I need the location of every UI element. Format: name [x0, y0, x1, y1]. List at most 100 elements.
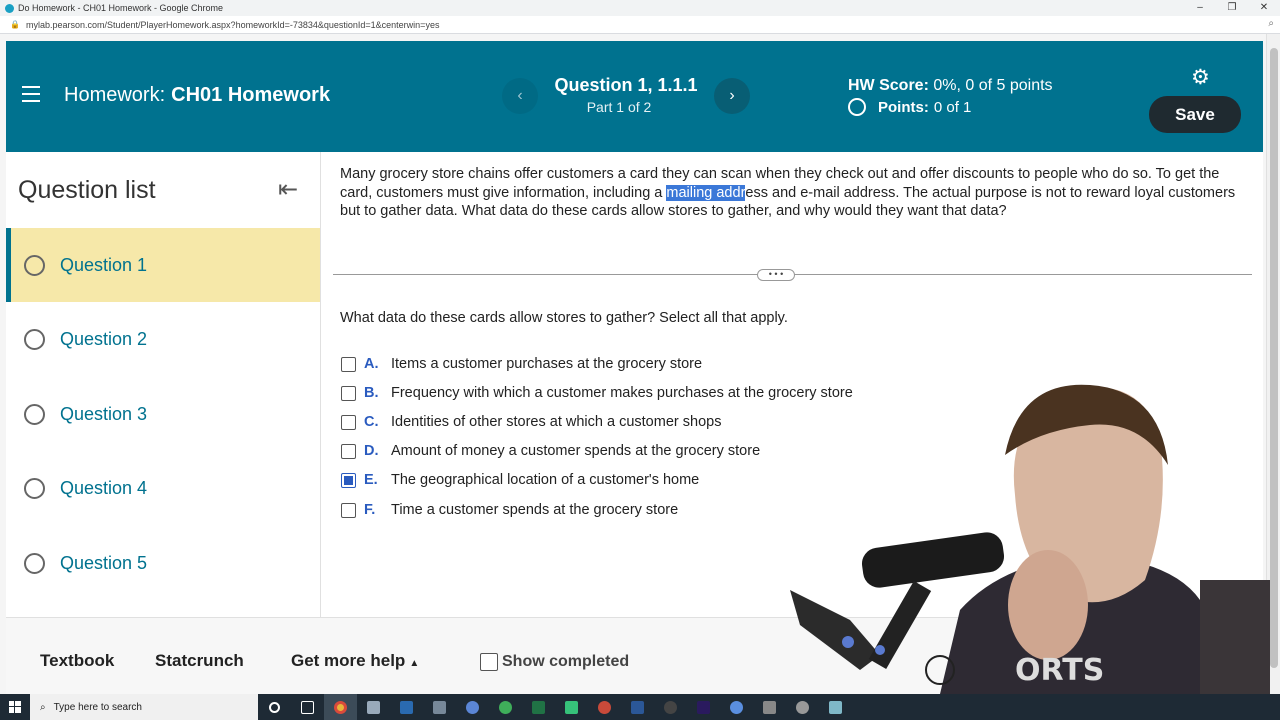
question-status-icon: [24, 552, 45, 574]
pearson-favicon-icon: [5, 3, 14, 13]
app-green-2-icon[interactable]: [555, 694, 588, 720]
scrollbar-thumb[interactable]: [1270, 48, 1278, 668]
save-button[interactable]: Save: [1149, 96, 1241, 133]
homework-header: Homework: CH01 Homework ‹ Question 1, 1.1…: [6, 41, 1263, 152]
zoom-icon[interactable]: ⌕: [1268, 18, 1274, 29]
option-checkbox[interactable]: [341, 443, 356, 459]
option-text: Amount of money a customer spends at the…: [391, 443, 761, 459]
restore-icon[interactable]: ❐: [1216, 0, 1248, 16]
answer-option-a[interactable]: A. Items a customer purchases at the gro…: [341, 355, 702, 373]
option-letter: E.: [364, 472, 378, 488]
collapse-panel-icon[interactable]: ⇤: [278, 175, 298, 204]
hw-score-label: HW Score:: [848, 77, 929, 94]
cortana-icon[interactable]: [258, 694, 291, 720]
points-value: 0 of 1: [933, 98, 972, 116]
search-icon: ⌕: [40, 701, 46, 713]
address-bar[interactable]: 🔒 mylab.pearson.com/Student/PlayerHomewo…: [0, 16, 1280, 34]
answer-option-d[interactable]: D. Amount of money a customer spends at …: [341, 442, 760, 460]
taskbar-search[interactable]: ⌕ Type here to search: [30, 694, 258, 720]
textbook-link[interactable]: Textbook: [40, 651, 114, 671]
option-letter: D.: [364, 443, 379, 459]
windows-taskbar: ⌕ Type here to search: [0, 694, 1280, 720]
sidebar-item-label: Question 2: [60, 328, 148, 349]
presenter-video: ORTS: [790, 384, 1270, 694]
sidebar-item-question-4[interactable]: Question 4: [6, 451, 320, 525]
expand-divider-button[interactable]: • • •: [757, 269, 795, 281]
sidebar-item-label: Question 4: [60, 477, 148, 498]
minimize-icon[interactable]: –: [1184, 0, 1216, 16]
excel-icon[interactable]: [522, 694, 555, 720]
task-view-icon[interactable]: [291, 694, 324, 720]
menu-icon[interactable]: [22, 86, 40, 107]
question-list-title: Question list: [18, 176, 156, 204]
sidebar-item-label: Question 3: [60, 403, 148, 424]
app-icon[interactable]: [357, 694, 390, 720]
taskbar-search-placeholder: Type here to search: [53, 701, 142, 713]
option-checkbox-checked[interactable]: [341, 472, 356, 488]
word-icon[interactable]: [621, 694, 654, 720]
app-gray-icon[interactable]: [753, 694, 786, 720]
next-question-button[interactable]: ›: [714, 78, 750, 114]
window-title: Do Homework - CH01 Homework - Google Chr…: [18, 3, 224, 13]
option-text: Items a customer purchases at the grocer…: [391, 356, 703, 372]
question-prompt: What data do these cards allow stores to…: [340, 310, 788, 326]
option-checkbox[interactable]: [341, 502, 356, 518]
sidebar-item-label: Question 1: [60, 254, 148, 275]
premiere-icon[interactable]: [687, 694, 720, 720]
svg-text:ORTS: ORTS: [1015, 653, 1104, 688]
question-passage: Many grocery store chains offer customer…: [340, 165, 1245, 221]
window-titlebar: Do Homework - CH01 Homework - Google Chr…: [0, 0, 1280, 16]
gear-icon[interactable]: ⚙: [1191, 65, 1210, 90]
question-status-icon: [24, 403, 45, 425]
hw-score-value: 0%, 0 of 5 points: [933, 77, 1053, 94]
show-completed-toggle[interactable]: Show completed: [480, 653, 629, 671]
sidebar-item-question-2[interactable]: Question 2: [6, 302, 320, 376]
question-status-icon: [24, 254, 45, 276]
url-text[interactable]: mylab.pearson.com/Student/PlayerHomework…: [26, 20, 439, 30]
option-checkbox[interactable]: [341, 414, 356, 430]
show-completed-checkbox[interactable]: [480, 653, 498, 671]
option-text: Time a customer spends at the grocery st…: [391, 502, 679, 518]
homework-label: Homework:: [64, 84, 166, 106]
answer-option-e[interactable]: E. The geographical location of a custom…: [341, 471, 699, 489]
points: Points: 0 of 1: [848, 98, 971, 116]
option-checkbox[interactable]: [341, 356, 356, 372]
app-file-icon[interactable]: [819, 694, 852, 720]
chrome-icon[interactable]: [324, 694, 357, 720]
option-checkbox[interactable]: [341, 385, 356, 401]
sidebar-item-question-3[interactable]: Question 3: [6, 377, 320, 451]
close-icon[interactable]: ✕: [1248, 0, 1280, 16]
homework-name: CH01 Homework: [171, 84, 331, 106]
sidebar-item-question-1[interactable]: Question 1: [6, 228, 320, 302]
points-label: Points:: [878, 98, 929, 116]
app-blue-icon[interactable]: [720, 694, 753, 720]
hw-score: HW Score: 0%, 0 of 5 points: [848, 77, 1053, 95]
caret-up-icon: ▲: [409, 658, 420, 669]
question-status-icon: [24, 477, 45, 499]
answer-option-b[interactable]: B. Frequency with which a customer makes…: [341, 384, 853, 402]
homework-title: Homework: CH01 Homework: [64, 84, 330, 107]
question-list-panel: Question list ⇤ Question 1 Question 2 Qu…: [6, 152, 321, 617]
chevron-right-icon: ›: [729, 87, 735, 104]
app-red-icon[interactable]: [588, 694, 621, 720]
sidebar-item-question-5[interactable]: Question 5: [6, 526, 320, 600]
passage-selection: mailing addr: [666, 184, 746, 201]
sidebar-item-label: Question 5: [60, 552, 148, 573]
question-status-icon: [24, 328, 45, 350]
calculator-icon[interactable]: [423, 694, 456, 720]
r-icon[interactable]: [456, 694, 489, 720]
camera-app-icon[interactable]: [654, 694, 687, 720]
get-more-help-button[interactable]: Get more help ▲: [291, 651, 419, 671]
statcrunch-link[interactable]: Statcrunch: [155, 651, 244, 671]
photoshop-icon[interactable]: [390, 694, 423, 720]
answer-option-c[interactable]: C. Identities of other stores at which a…: [341, 413, 721, 431]
option-letter: F.: [364, 502, 376, 518]
answer-option-f[interactable]: F. Time a customer spends at the grocery…: [341, 501, 678, 519]
windows-start-icon[interactable]: [0, 694, 30, 720]
lock-icon: 🔒: [10, 20, 20, 29]
app-grid-icon[interactable]: [786, 694, 819, 720]
app-green-icon[interactable]: [489, 694, 522, 720]
option-text: The geographical location of a customer'…: [391, 472, 700, 488]
window-controls: – ❐ ✕: [1184, 0, 1280, 16]
get-more-help-label: Get more help: [291, 651, 406, 670]
